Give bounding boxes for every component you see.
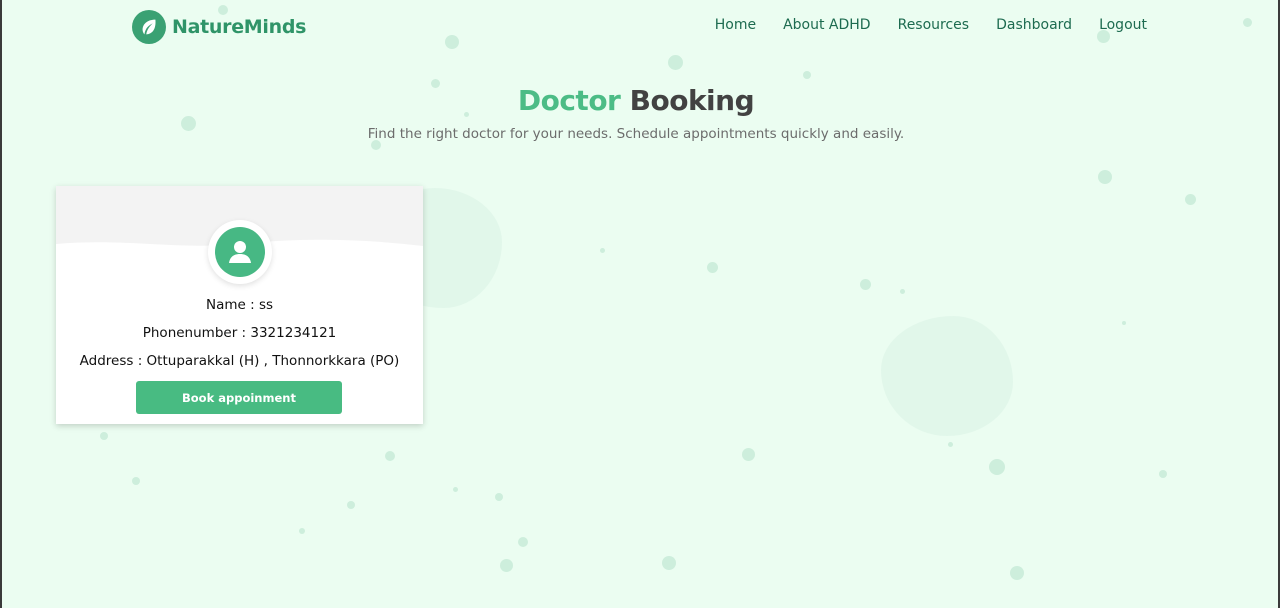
background-dot [132,477,140,485]
user-icon [215,227,265,277]
nav-about-adhd-link[interactable]: About ADHD [783,17,871,33]
background-dot [299,528,305,534]
background-dot [518,537,528,547]
brand-name: NatureMinds [172,16,307,38]
nav-home-link[interactable]: Home [715,17,756,33]
book-appointment-button[interactable]: Book appoinment [136,381,342,414]
background-dot [900,289,905,294]
background-dot [948,442,953,447]
background-dot [668,55,683,70]
page-title: Doctor Booking [0,84,1272,117]
background-dot [100,432,108,440]
background-dot [860,279,871,290]
background-dot [445,35,459,49]
background-dot [1185,194,1196,205]
nav-dashboard-link[interactable]: Dashboard [996,17,1072,33]
page-subtitle: Find the right doctor for your needs. Sc… [367,126,905,142]
doctor-avatar [208,220,272,284]
background-dot [600,248,605,253]
background-dot [453,487,458,492]
background-dot [1122,321,1126,325]
background-dot [742,448,755,461]
page-title-accent: Doctor [517,84,621,117]
background-dot [662,556,676,570]
background-dot [500,559,513,572]
background-dot [347,501,355,509]
background-dot [1243,18,1252,27]
page-title-rest: Booking [629,84,755,117]
nav-resources-link[interactable]: Resources [898,17,970,33]
doctor-phone: Phonenumber : 3321234121 [142,325,337,341]
doctor-card: Name : ss Phonenumber : 3321234121 Addre… [56,186,423,424]
doctor-address: Address : Ottuparakkal (H) , Thonnorkkar… [79,353,400,369]
background-dot [989,459,1005,475]
background-dot [1010,566,1024,580]
leaf-icon [132,10,166,44]
background-dot [1159,470,1167,478]
doctor-name: Name : ss [205,297,274,313]
background-dot [803,71,811,79]
brand-logo[interactable]: NatureMinds [132,10,306,44]
background-dot [1098,170,1112,184]
background-dot [707,262,718,273]
background-dot [495,493,503,501]
background-dot [385,451,395,461]
background-blob [881,316,1013,436]
nav-logout-link[interactable]: Logout [1099,17,1147,33]
main-nav: Home About ADHD Resources Dashboard Logo… [715,17,1147,33]
